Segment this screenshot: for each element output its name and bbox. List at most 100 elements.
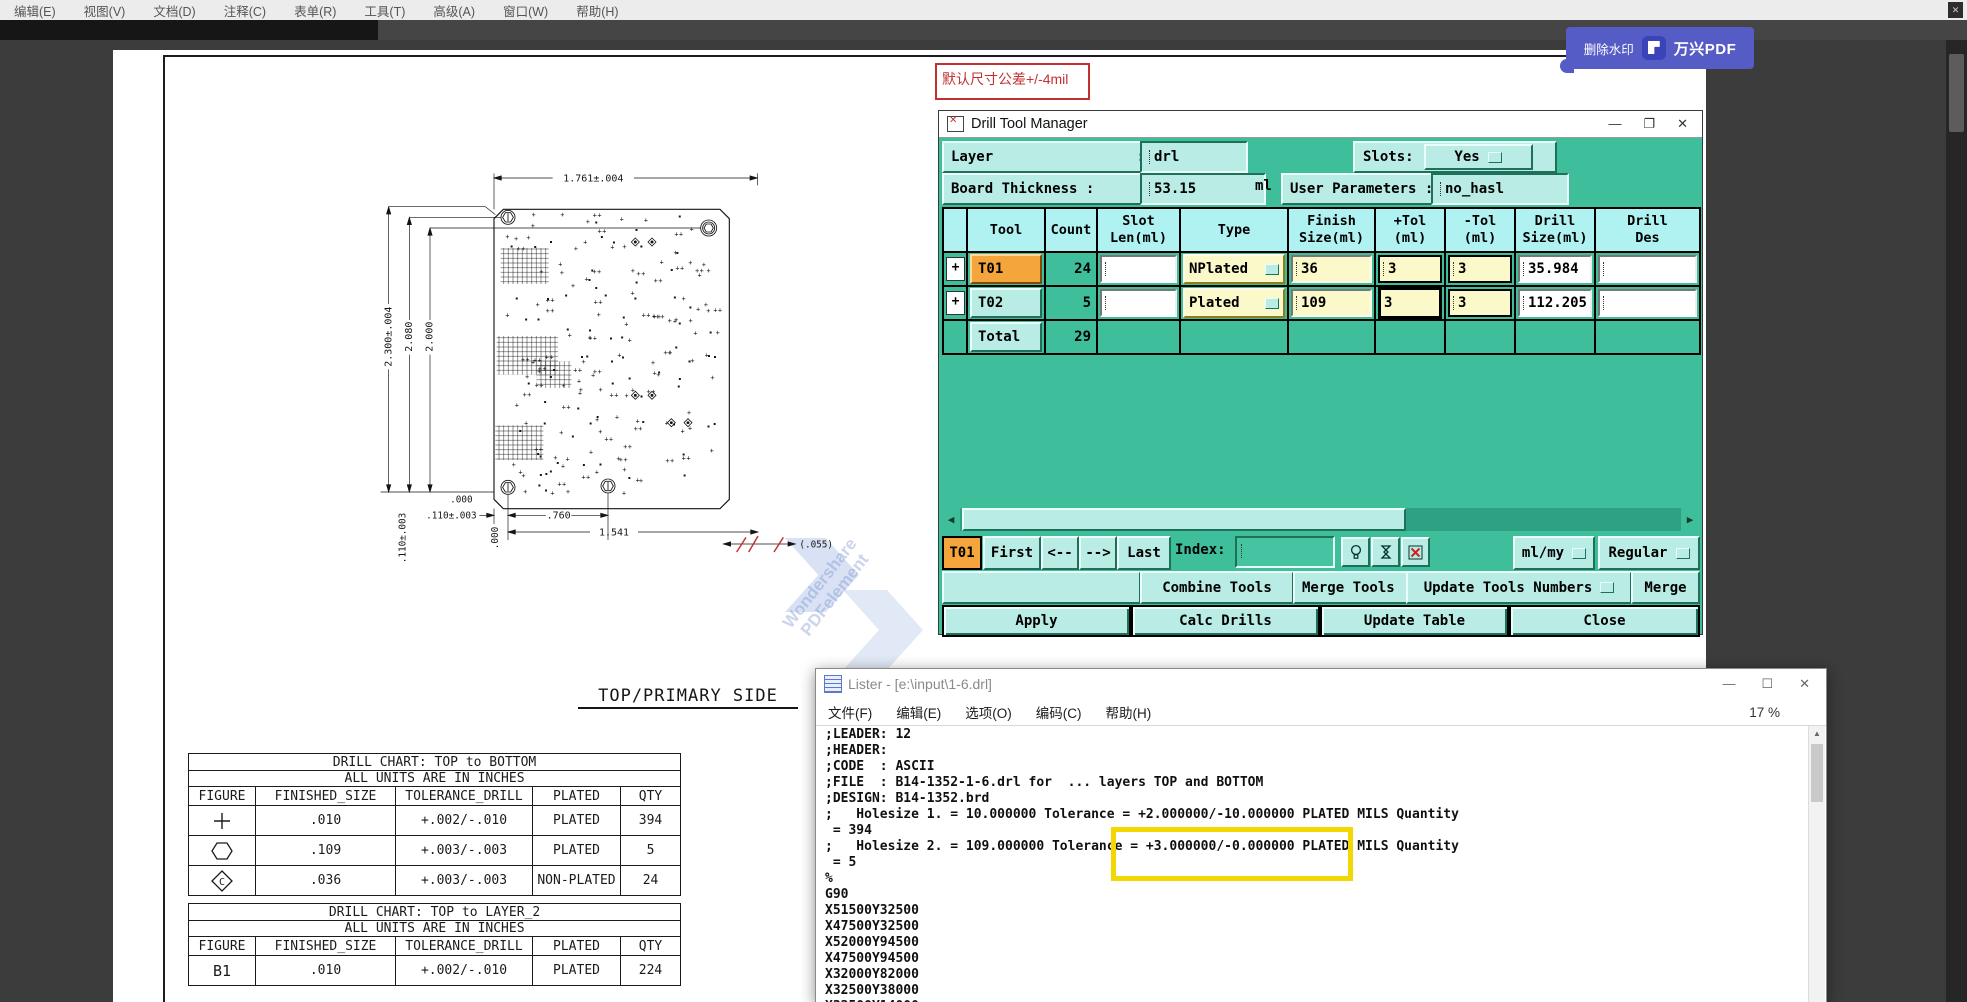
lister-menu-edit[interactable]: 编辑(E) (884, 702, 953, 722)
svg-text:+: + (696, 305, 700, 313)
app-close-button[interactable]: ✕ (1948, 2, 1963, 18)
lister-minimize-button[interactable]: — (1722, 676, 1735, 692)
svg-text:■: ■ (710, 330, 712, 334)
svg-text:■: ■ (674, 295, 676, 299)
close-button[interactable]: Close (1509, 605, 1700, 637)
combine-tools-button[interactable]: Combine Tools (1140, 571, 1294, 604)
finish-size-input[interactable]: 36 (1291, 255, 1372, 283)
svg-text:■: ■ (678, 385, 680, 389)
slot-len-input[interactable] (1100, 289, 1177, 317)
update-table-button[interactable]: Update Table (1320, 605, 1509, 637)
menu-tools[interactable]: 工具(T) (350, 1, 419, 20)
dtm-title-bar[interactable]: Drill Tool Manager — ❐ ✕ (939, 111, 1702, 138)
svg-text:+: + (531, 222, 535, 230)
minus-tol-input[interactable]: 3 (1448, 255, 1512, 283)
scroll-right-icon[interactable]: ▶ (1681, 508, 1699, 531)
lister-menu-help[interactable]: 帮助(H) (1094, 702, 1164, 722)
tool-t01-button[interactable]: T01 (970, 254, 1042, 284)
row-select-button[interactable]: + (946, 291, 965, 315)
lister-menu-options[interactable]: 选项(O) (953, 702, 1024, 722)
prev-button[interactable]: <-- (1041, 536, 1079, 570)
table-row: B1 .010 +.002/-.010 PLATED 224 (188, 955, 682, 986)
drill-tool-manager-window: Drill Tool Manager — ❐ ✕ Layer: drl Slot… (938, 110, 1703, 637)
pdf-vertical-scrollbar[interactable] (1946, 40, 1967, 1002)
svg-text:+: + (665, 457, 669, 465)
remove-watermark-button[interactable]: 删除水印 万兴PDF (1560, 27, 1754, 73)
dropdown-indicator-icon (1675, 547, 1690, 559)
svg-text:+: + (638, 425, 642, 433)
lister-vertical-scrollbar[interactable]: ▲ (1808, 726, 1825, 1002)
board-thickness-input[interactable]: 53.15 (1140, 173, 1266, 205)
mode-dropdown[interactable]: Regular (1598, 536, 1700, 570)
index-input[interactable] (1235, 536, 1335, 568)
merge-button[interactable]: Merge (1631, 571, 1700, 604)
svg-text:+: + (553, 454, 557, 462)
scroll-up-icon[interactable]: ▲ (1809, 726, 1825, 742)
svg-text:■: ■ (538, 483, 540, 487)
drill-size-input[interactable]: 112.205 (1518, 289, 1592, 317)
menu-form[interactable]: 表单(R) (280, 1, 350, 20)
lister-title-bar[interactable]: Lister - [e:\input\1-6.drl] — ☐ ✕ (816, 669, 1826, 699)
svg-text:+: + (689, 317, 693, 325)
dtm-maximize-button[interactable]: ❐ (1643, 116, 1655, 132)
menu-comment[interactable]: 注释(C) (210, 1, 280, 20)
drill-size-input[interactable]: 35.984 (1518, 255, 1592, 283)
tool-t02-button[interactable]: T02 (970, 288, 1042, 318)
lister-menu-file[interactable]: 文件(F) (816, 702, 884, 722)
scroll-left-icon[interactable]: ◀ (942, 508, 960, 531)
drill-des-input[interactable] (1598, 289, 1697, 317)
last-button[interactable]: Last (1117, 536, 1171, 570)
menu-window[interactable]: 窗口(W) (489, 1, 562, 20)
menu-document[interactable]: 文档(D) (139, 1, 209, 20)
user-parameters-input[interactable]: no_hasl (1431, 173, 1569, 205)
svg-text:+: + (652, 312, 656, 320)
type-dropdown[interactable]: Plated (1183, 288, 1285, 318)
svg-text:C: C (219, 877, 225, 888)
menu-help[interactable]: 帮助(H) (562, 1, 632, 20)
dtm-window-icon (947, 115, 964, 132)
units-dropdown[interactable]: ml/my (1513, 536, 1595, 570)
dtm-horizontal-scrollbar[interactable]: ◀ ▶ (942, 508, 1699, 531)
dtm-minimize-button[interactable]: — (1608, 116, 1621, 132)
minus-tol-input[interactable]: 3 (1448, 289, 1512, 317)
slots-dropdown[interactable]: Yes (1423, 144, 1533, 170)
figure-b1-label: B1 (188, 955, 256, 986)
cancel-x-button[interactable] (1401, 537, 1430, 567)
calc-drills-button[interactable]: Calc Drills (1131, 605, 1320, 637)
drill-des-input[interactable] (1598, 255, 1697, 283)
pdf-scrollbar-thumb[interactable] (1949, 54, 1964, 132)
svg-text:+: + (651, 359, 655, 367)
type-dropdown[interactable]: NPlated (1183, 254, 1285, 284)
next-button[interactable]: --> (1079, 536, 1117, 570)
svg-text:+: + (646, 311, 650, 319)
first-button[interactable]: First (983, 536, 1041, 570)
slot-len-input[interactable] (1100, 255, 1177, 283)
row-select-button[interactable]: + (946, 257, 965, 281)
slots-label: Slots: (1363, 149, 1414, 165)
apply-button[interactable]: Apply (942, 605, 1131, 637)
red-x-icon (1408, 545, 1423, 559)
finish-size-input[interactable]: 109 (1291, 289, 1372, 317)
menu-view[interactable]: 视图(V) (70, 1, 140, 20)
highlight-bulb-button[interactable] (1341, 537, 1370, 567)
plus-tol-input[interactable]: 3 (1378, 255, 1442, 283)
plus-tol-input-focused[interactable]: 3 (1378, 288, 1442, 318)
menu-advanced[interactable]: 高级(A) (419, 1, 489, 20)
menu-edit[interactable]: 编辑(E) (0, 1, 70, 20)
merge-mode-dropdown[interactable]: Update Tools Numbers (1406, 571, 1632, 604)
dtm-close-icon[interactable]: ✕ (1677, 116, 1688, 132)
svg-text:+: + (675, 264, 679, 272)
svg-text:+: + (536, 301, 540, 309)
dtm-scrollbar-thumb[interactable] (962, 508, 1406, 531)
lister-menu-encoding[interactable]: 编码(C) (1024, 702, 1094, 722)
dropdown-indicator-icon (1487, 151, 1502, 163)
tools-table: Tool Count Slot Len(ml) Type Finish Size(m… (942, 207, 1701, 355)
sheet-border-left (163, 55, 165, 1002)
svg-text:+: + (654, 277, 658, 285)
dimension-lines (380, 173, 797, 552)
lister-scrollbar-thumb[interactable] (1811, 744, 1823, 802)
lister-maximize-button[interactable]: ☐ (1761, 676, 1773, 692)
layer-input[interactable]: drl (1140, 141, 1248, 173)
wait-hourglass-button[interactable] (1371, 537, 1400, 567)
lister-close-icon[interactable]: ✕ (1799, 676, 1810, 692)
